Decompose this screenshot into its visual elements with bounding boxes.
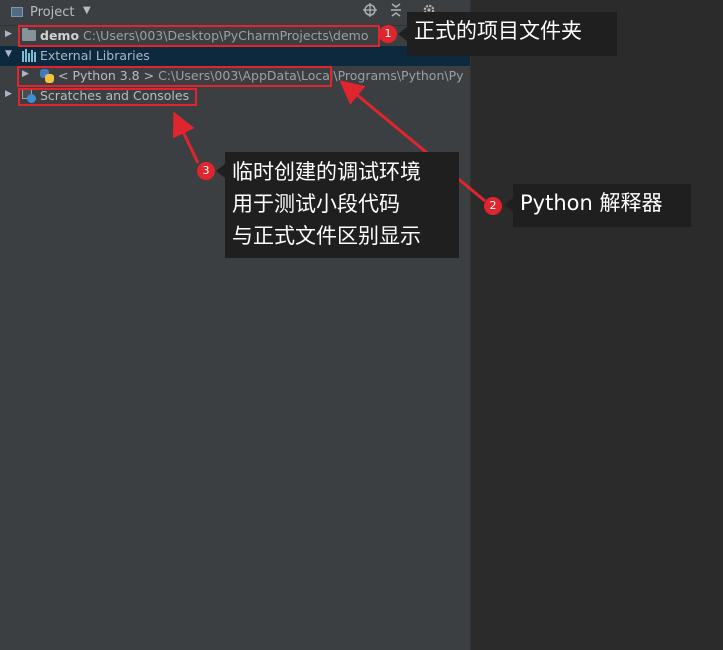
annotation-arrows [172,80,486,203]
callout-project-folder: 正式的项目文件夹 [398,12,617,56]
callout-python-interpreter-text: Python 解释器 [520,191,663,215]
callout-scratches-line-3: 与正式文件区别显示 [232,224,421,248]
annotation-badge-3: 3 [197,162,215,180]
callout-scratches: 临时创建的调试环境 用于测试小段代码 与正式文件区别显示 [216,152,459,258]
callout-python-interpreter: Python 解释器 [504,184,691,227]
arrow-to-scratches [172,111,200,164]
annotation-badge-2: 2 [484,197,502,215]
callout-scratches-line-2: 用于测试小段代码 [232,192,400,216]
callout-scratches-line-1: 临时创建的调试环境 [232,160,421,184]
annotation-badge-1: 1 [379,25,397,43]
callout-project-folder-text: 正式的项目文件夹 [414,19,582,43]
